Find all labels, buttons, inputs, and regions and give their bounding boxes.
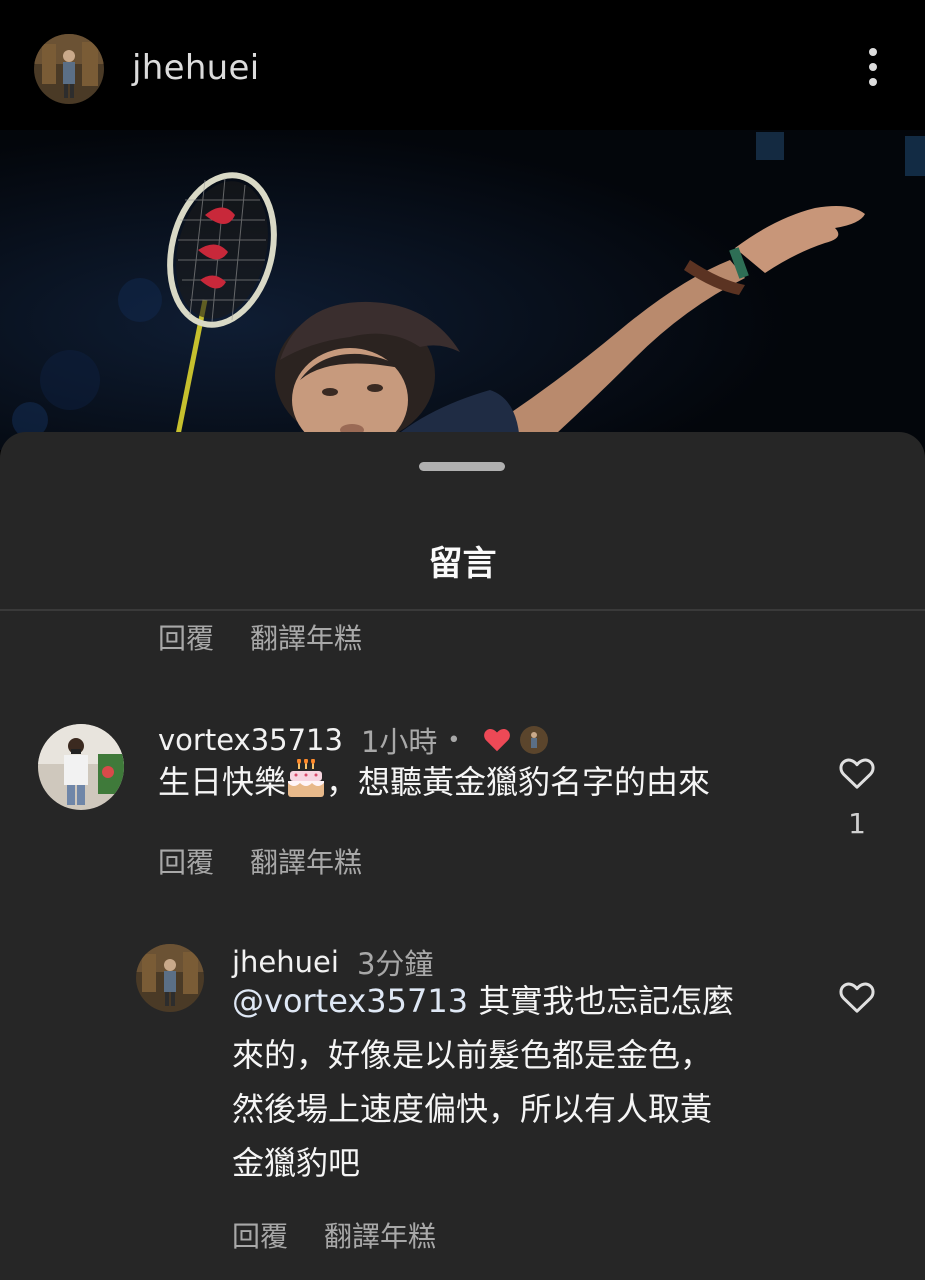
mention-link[interactable]: @vortex35713 [232, 982, 468, 1020]
sheet-drag-handle[interactable] [419, 462, 505, 471]
post-author-avatar[interactable] [34, 34, 104, 104]
like-heart-icon[interactable] [835, 977, 879, 1017]
comment-text-end: ，想聽黃金獵豹名字的由來 [326, 763, 711, 801]
comments-sheet: 留言 回覆 翻譯年糕 vortex35713 1小時 • 生日快樂 ，想聽黃金獵… [0, 432, 925, 1280]
comment-actions: 回覆 翻譯年糕 [158, 841, 362, 881]
comment-text-start: 生日快樂 [158, 763, 287, 801]
meta-dot: • [447, 727, 461, 753]
like-count: 1 [848, 807, 866, 840]
reply-line-1-rest: 其實我也忘記怎麼 [468, 982, 735, 1020]
comment-text: 生日快樂 ，想聽黃金獵豹名字的由來 [158, 755, 818, 809]
reply-line-1: @vortex35713 其實我也忘記怎麼 [232, 974, 812, 1028]
reply-button[interactable]: 回覆 [232, 1220, 288, 1253]
translate-button[interactable]: 翻譯年糕 [250, 846, 362, 879]
comment-username[interactable]: vortex35713 [158, 723, 343, 757]
sheet-title: 留言 [428, 544, 497, 584]
translate-button[interactable]: 翻譯年糕 [250, 622, 362, 655]
post-author-username[interactable]: jhehuei [132, 48, 259, 88]
translate-button[interactable]: 翻譯年糕 [324, 1220, 436, 1253]
reply-line-4: 金獵豹吧 [232, 1144, 361, 1182]
more-options-icon[interactable] [858, 48, 888, 92]
reply-actions: 回覆 翻譯年糕 [232, 1215, 436, 1255]
liked-by-avatar [520, 726, 549, 754]
reply-button[interactable]: 回覆 [158, 622, 214, 655]
post-photo[interactable] [0, 130, 925, 450]
reply-line-3: 然後場上速度偏快，所以有人取黃 [232, 1090, 713, 1128]
post-header: jhehuei [0, 0, 925, 130]
prev-comment-actions: 回覆 翻譯年糕 [158, 617, 362, 657]
reply-line-2: 來的，好像是以前髮色都是金色， [232, 1036, 713, 1074]
birthday-cake-icon [288, 759, 325, 797]
reply-button[interactable]: 回覆 [158, 846, 214, 879]
liked-by-author-heart-icon [484, 729, 511, 752]
comments-list[interactable]: 回覆 翻譯年糕 vortex35713 1小時 • 生日快樂 ，想聽黃金獵豹名字… [0, 611, 925, 1280]
commenter-avatar[interactable] [38, 724, 124, 810]
reply-author-avatar[interactable] [136, 944, 204, 1012]
like-heart-icon[interactable] [835, 753, 879, 793]
reply-text: @vortex35713 其實我也忘記怎麼 來的，好像是以前髮色都是金色， 然後… [232, 974, 812, 1190]
